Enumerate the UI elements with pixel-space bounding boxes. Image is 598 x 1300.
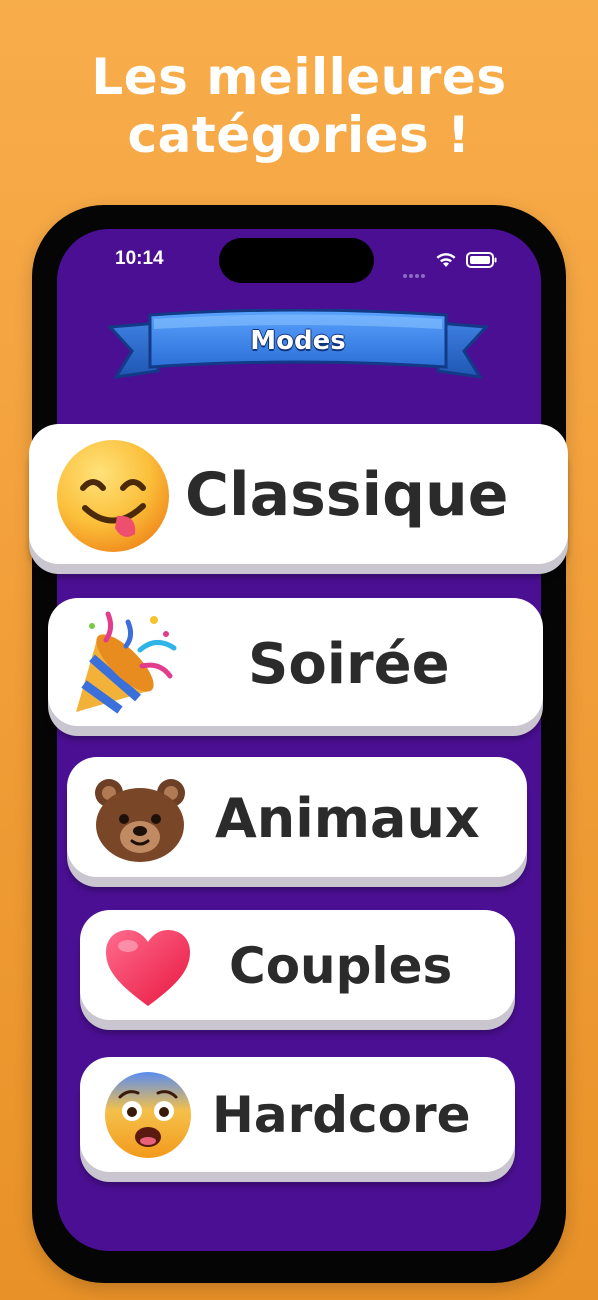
headline-line-2: catégories ! xyxy=(127,106,471,164)
wifi-icon xyxy=(436,253,456,267)
mode-label-soiree: Soirée xyxy=(248,632,450,697)
headline-line-1: Les meilleures xyxy=(91,48,507,106)
mode-card-soiree[interactable]: Soirée xyxy=(48,598,543,726)
cellular-signal-icon xyxy=(403,263,427,282)
mode-label-classique: Classique xyxy=(185,460,509,530)
savoring-face-icon xyxy=(57,440,169,552)
mode-card-hardcore[interactable]: Hardcore xyxy=(80,1057,515,1172)
status-time: 10:14 xyxy=(115,248,164,269)
modes-ribbon-banner: Modes xyxy=(102,308,494,391)
bear-face-icon xyxy=(95,779,185,862)
mode-card-animaux[interactable]: Animaux xyxy=(67,757,527,877)
fearful-face-icon xyxy=(105,1072,191,1158)
mode-card-classique[interactable]: Classique xyxy=(29,424,568,564)
mode-label-hardcore: Hardcore xyxy=(212,1086,471,1144)
red-heart-icon xyxy=(106,930,190,1006)
mode-card-couples[interactable]: Couples xyxy=(80,910,515,1020)
party-popper-icon xyxy=(76,611,177,714)
mode-label-couples: Couples xyxy=(229,937,453,995)
dynamic-island xyxy=(219,238,374,283)
page-title: Modes xyxy=(250,326,346,356)
battery-icon xyxy=(466,252,497,268)
promo-headline: Les meilleures catégories ! xyxy=(0,48,598,164)
mode-label-animaux: Animaux xyxy=(215,787,480,850)
